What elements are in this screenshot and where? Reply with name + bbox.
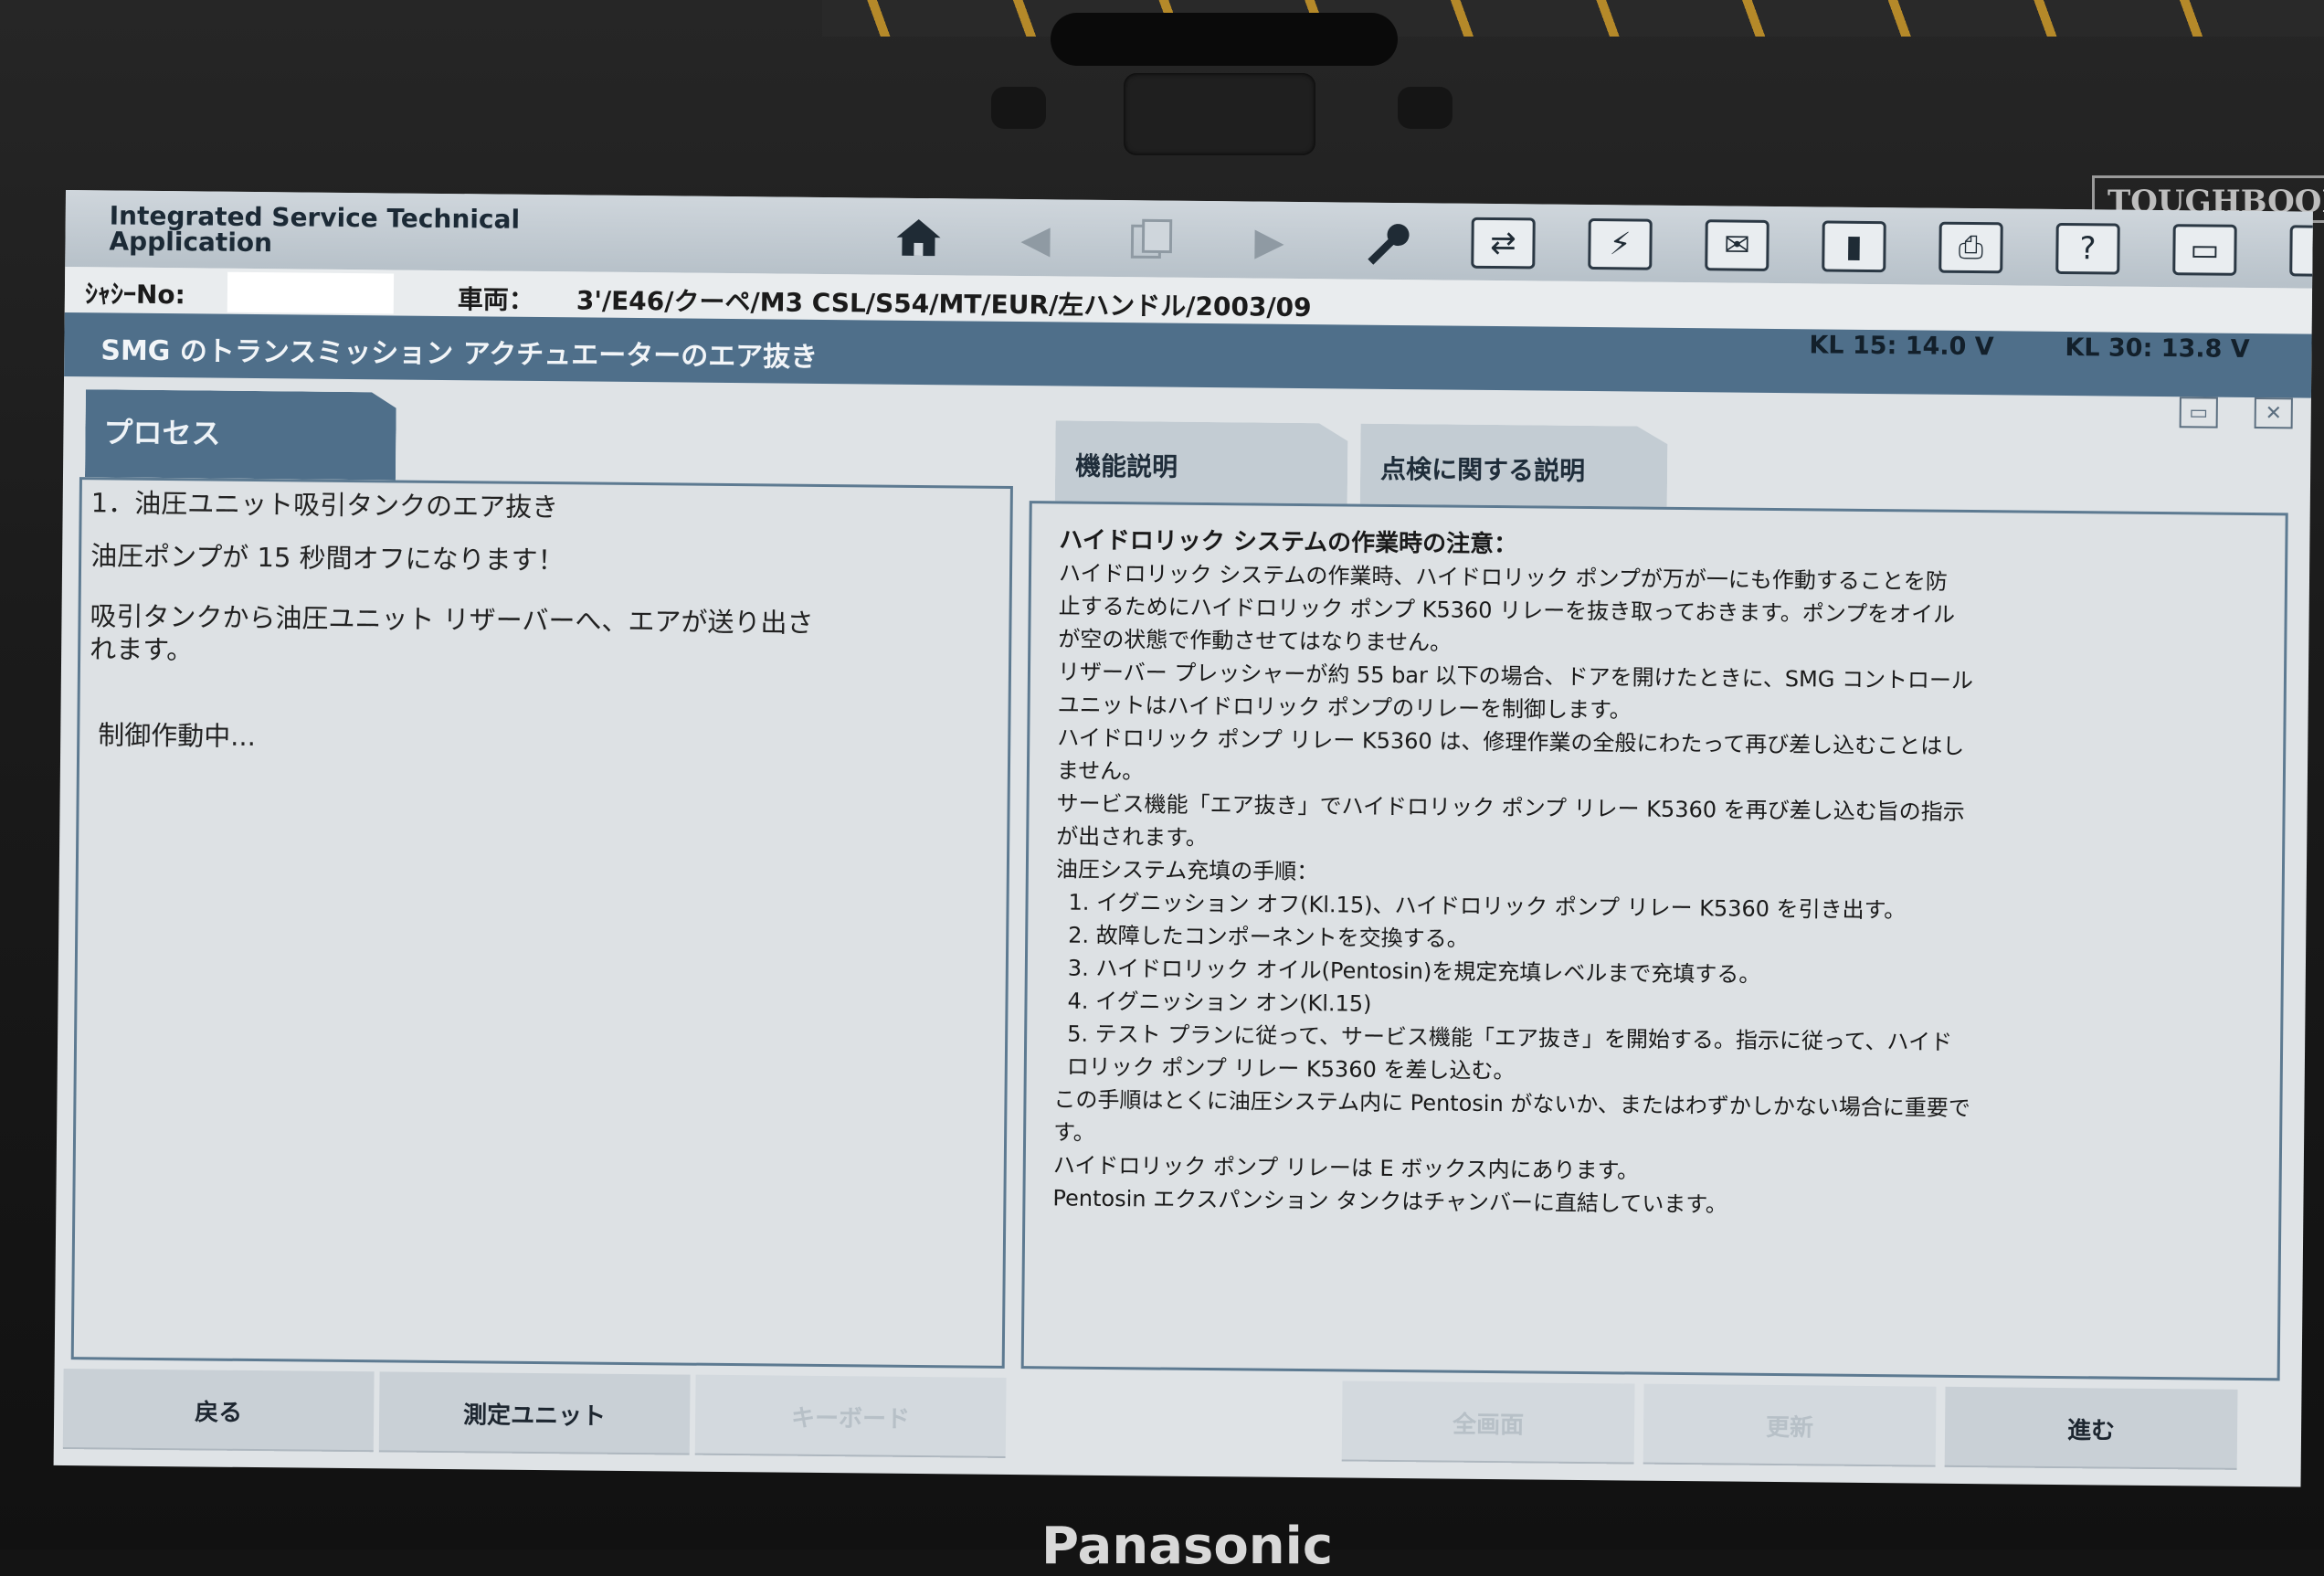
bezel-bump-left — [991, 87, 1046, 129]
fullscreen-button[interactable]: 全画面 — [1341, 1380, 1635, 1465]
kl30-voltage: KL 30: 13.8 V — [2065, 333, 2250, 364]
wrench-icon[interactable] — [1327, 213, 1445, 270]
description-text: ハイドロリック システムの作業時の注意： ハイドロリック システムの作業時、ハイ… — [1052, 524, 2255, 1226]
close-icon[interactable]: ✕ — [2263, 222, 2313, 280]
description-panel: ハイドロリック システムの作業時の注意： ハイドロリック システムの作業時、ハイ… — [1020, 501, 2288, 1381]
minimize-icon[interactable]: ▭ — [2146, 221, 2264, 279]
process-status: 制御作動中... — [98, 719, 257, 753]
help-icon[interactable]: ? — [2029, 220, 2147, 278]
chassis-label: ｼｬｼｰNo: — [84, 279, 185, 311]
process-line: れます。 — [90, 633, 194, 666]
ista-screen: Integrated Service Technical Application… — [53, 190, 2313, 1487]
transfer-icon[interactable]: ⇄ — [1444, 214, 1562, 271]
kl15-voltage: KL 15: 14.0 V — [1809, 331, 1994, 362]
bottom-button-bar: 戻る 測定ユニット キーボード 全画面 更新 進む — [54, 1369, 2302, 1482]
next-button[interactable]: 進む — [1944, 1386, 2238, 1470]
printer-icon[interactable]: ⎙ — [1912, 218, 2030, 276]
arrow-right-icon[interactable]: ▶ — [1210, 212, 1328, 270]
bezel-bump-right — [1398, 87, 1452, 129]
panel-close-icon[interactable]: ✕ — [2254, 397, 2293, 429]
app-title: Integrated Service Technical Application — [109, 200, 521, 259]
home-icon[interactable] — [860, 208, 977, 266]
lid-latch — [1051, 13, 1398, 66]
process-line: 油圧ポンプが 15 秒間オフになります！ — [90, 540, 565, 576]
mail-icon[interactable]: ✉ — [1678, 217, 1796, 274]
panel-minimize-icon[interactable]: ▭ — [2179, 397, 2218, 428]
webcam-housing — [1124, 73, 1315, 155]
process-step-title: 1．油圧ユニット吸引タンクのエア抜き — [90, 487, 559, 524]
plug-icon[interactable]: ⚡ — [1561, 216, 1679, 273]
pages-icon[interactable] — [1093, 211, 1211, 269]
vehicle-label: 車両： — [457, 284, 535, 315]
back-button[interactable]: 戻る — [62, 1369, 375, 1453]
update-button[interactable]: 更新 — [1643, 1383, 1937, 1467]
window-title: SMG のトランスミッション アクチュエーターのエア抜き — [100, 334, 819, 374]
tab-function-description[interactable]: 機能説明 — [1055, 420, 1348, 503]
main-toolbar: ◀ ▶ ⇄ ⚡ ✉ ▮ ⎙ ? ▭ ✕ — [860, 208, 2313, 281]
maker-logo: Panasonic — [1041, 1517, 1334, 1576]
measure-unit-button[interactable]: 測定ユニット — [378, 1371, 691, 1455]
background-cables — [822, 0, 2324, 37]
chassis-number-redacted — [227, 271, 395, 314]
process-panel: 1．油圧ユニット吸引タンクのエア抜き 油圧ポンプが 15 秒間オフになります！ … — [70, 477, 1013, 1369]
arrow-left-icon[interactable]: ◀ — [977, 210, 1094, 268]
tab-inspection-description[interactable]: 点検に関する説明 — [1360, 424, 1668, 507]
battery-icon[interactable]: ▮ — [1795, 217, 1913, 275]
keyboard-button[interactable]: キーボード — [694, 1374, 1007, 1458]
tab-process[interactable]: プロセス — [85, 389, 396, 480]
process-line: 吸引タンクから油圧ユニット リザーバーへ、エアが送り出さ — [90, 600, 814, 639]
panel-controls: ▭ ✕ — [2179, 397, 2293, 429]
